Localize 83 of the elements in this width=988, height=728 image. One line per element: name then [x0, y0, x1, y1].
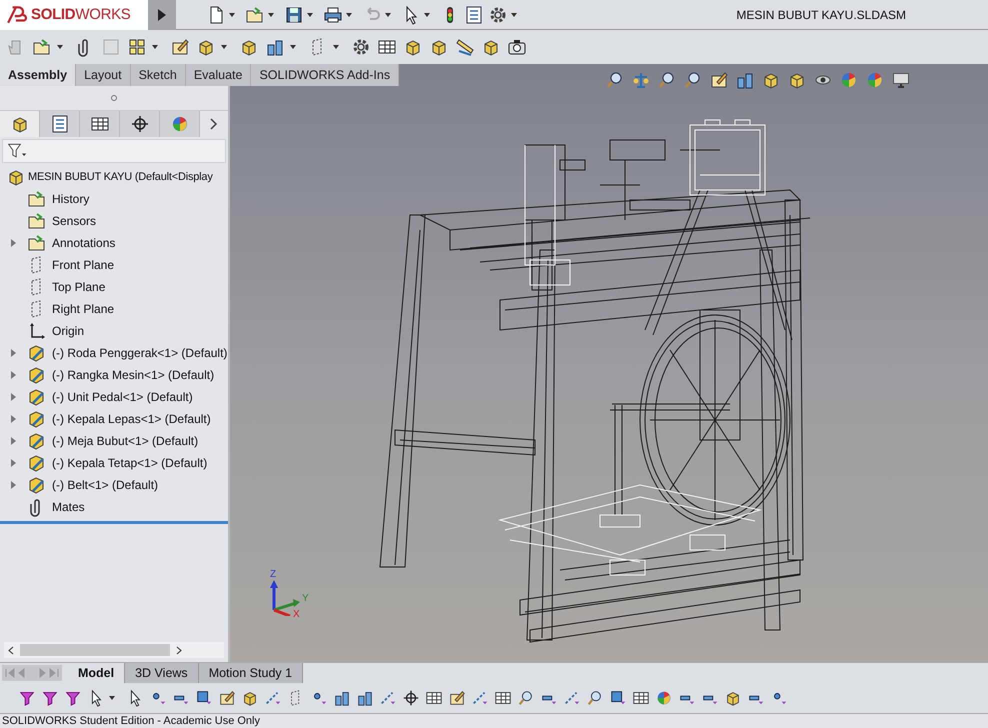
part-icon: [27, 474, 47, 495]
origin-icon: [27, 320, 47, 341]
model-tab[interactable]: Motion Study 1: [198, 663, 304, 684]
settings-icon[interactable]: [488, 4, 508, 24]
part-icon: [27, 452, 47, 473]
sensors-folder-icon: [27, 210, 47, 231]
pattern-icon[interactable]: [127, 36, 147, 57]
caret-icon[interactable]: [333, 44, 339, 49]
expand-arrow-icon[interactable]: [11, 392, 16, 401]
filter-icon[interactable]: [18, 689, 36, 708]
chevron-right-icon[interactable]: [210, 118, 218, 130]
tree-item[interactable]: Origin: [52, 324, 84, 338]
tree-item[interactable]: (-) Rangka Mesin<1> (Default): [52, 368, 214, 382]
caret-icon[interactable]: [385, 12, 391, 16]
tree-item[interactable]: Right Plane: [52, 302, 114, 316]
tree-item[interactable]: Front Plane: [52, 258, 114, 272]
expand-arrow-icon[interactable]: [11, 480, 16, 489]
panel-tab[interactable]: [40, 110, 80, 137]
expand-arrow-icon[interactable]: [11, 238, 16, 247]
caret-icon[interactable]: [229, 12, 235, 16]
caret-icon[interactable]: [221, 44, 227, 49]
horizontal-scrollbar[interactable]: [4, 642, 224, 658]
caret-icon[interactable]: [346, 12, 352, 16]
scroll-left-icon[interactable]: [8, 646, 14, 655]
expand-arrow-icon[interactable]: [11, 458, 16, 467]
caret-icon[interactable]: [152, 44, 158, 49]
part-icon: [27, 408, 47, 429]
annotations-folder-icon: [27, 232, 47, 253]
model-tab[interactable]: 3D Views: [125, 663, 199, 684]
expand-arrow-icon[interactable]: [11, 348, 16, 357]
tree-item[interactable]: (-) Kepala Tetap<1> (Default): [52, 456, 208, 470]
expand-arrow-icon[interactable]: [11, 370, 16, 379]
tree-item[interactable]: Annotations: [52, 236, 116, 250]
filter-field[interactable]: [2, 138, 226, 163]
expand-arrow-icon[interactable]: [11, 436, 16, 445]
tree-item[interactable]: (-) Unit Pedal<1> (Default): [52, 390, 193, 404]
insert-component-icon[interactable]: [32, 36, 52, 57]
scroll-right-icon[interactable]: [176, 646, 182, 655]
tree-item[interactable]: Mates: [52, 500, 85, 514]
filter-stack-icon[interactable]: [41, 689, 59, 708]
ds-logo-icon: [6, 4, 28, 24]
filter-stack-icon[interactable]: [64, 689, 82, 708]
part-icon: [27, 364, 47, 385]
tree-item[interactable]: (-) Kepala Lepas<1> (Default): [52, 412, 211, 426]
tree-item[interactable]: Sensors: [52, 214, 96, 228]
caret-icon[interactable]: [511, 12, 517, 16]
tree-item[interactable]: (-) Roda Penggerak<1> (Default): [52, 346, 228, 360]
options-list-icon[interactable]: [464, 4, 484, 24]
panel-tab[interactable]: [80, 110, 120, 137]
caret-icon[interactable]: [268, 12, 274, 16]
axis-label: X: [293, 610, 300, 620]
tree-item[interactable]: MESIN BUBUT KAYU (Default<Display: [28, 170, 213, 183]
dimxpert-manager-icon[interactable]: [130, 114, 150, 134]
part-icon: [27, 386, 47, 407]
grip-dot-icon[interactable]: [111, 94, 117, 101]
panel-tab[interactable]: [120, 110, 160, 137]
tree-item[interactable]: Top Plane: [52, 280, 106, 294]
caret-icon[interactable]: [57, 44, 63, 49]
logo-text: SOLIDWORKS: [31, 6, 131, 23]
caret-icon[interactable]: [290, 44, 296, 49]
window-title: MESIN BUBUT KAYU.SLDASM: [735, 8, 907, 22]
caret-icon[interactable]: [424, 12, 430, 16]
play-arrow-icon[interactable]: [158, 8, 166, 20]
history-folder-icon: [27, 188, 47, 209]
expand-arrow-icon[interactable]: [11, 414, 16, 423]
tree-item[interactable]: History: [52, 192, 90, 206]
expand-menu-button[interactable]: [148, 0, 176, 30]
save-icon[interactable]: [284, 4, 304, 24]
open-folder-icon[interactable]: [245, 4, 265, 24]
property-manager-icon[interactable]: [50, 114, 70, 134]
caret-icon[interactable]: [109, 696, 115, 700]
part-icon: [27, 342, 47, 363]
tree-item[interactable]: (-) Meja Bubut<1> (Default): [52, 434, 198, 448]
print-icon[interactable]: [323, 4, 343, 24]
caret-icon[interactable]: [307, 12, 313, 16]
part-icon: [27, 430, 47, 451]
ruler-icon[interactable]: [455, 36, 475, 57]
axis-label: Y: [302, 594, 309, 604]
status-text: SOLIDWORKS Student Edition - Academic Use Only: [0, 714, 988, 728]
command-tab[interactable]: Assembly: [0, 64, 76, 86]
tree-item[interactable]: (-) Belt<1> (Default): [52, 478, 158, 492]
axis-label: Z: [270, 570, 276, 580]
panel-tab[interactable]: [0, 110, 40, 137]
